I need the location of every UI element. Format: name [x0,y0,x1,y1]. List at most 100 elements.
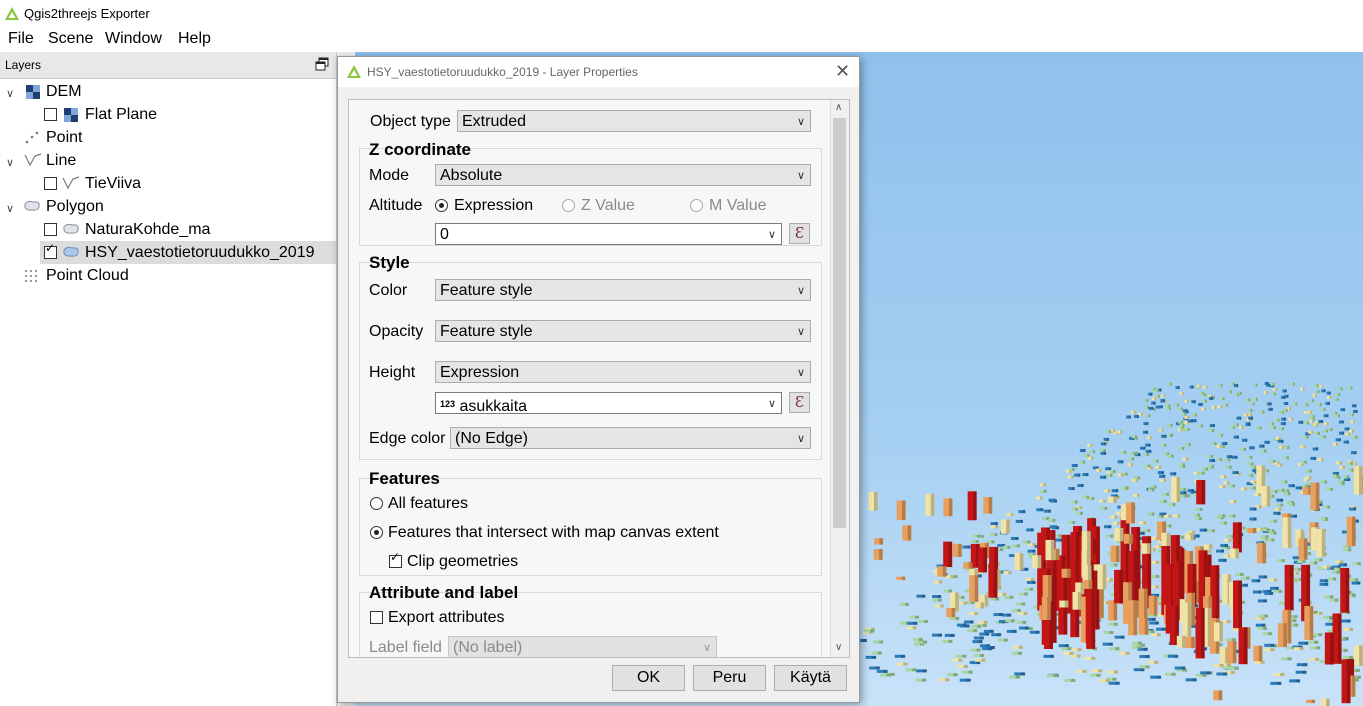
extruded-block-shade [921,678,927,682]
layer-dem[interactable]: DEM [46,81,82,103]
extruded-block-shade [1030,528,1034,532]
export-attributes-label[interactable]: Export attributes [388,609,505,627]
chevron-down-icon[interactable]: ∨ [6,156,14,169]
extruded-block-shade [1017,608,1022,612]
edge-color-combo[interactable]: (No Edge) ∨ [450,427,811,449]
export-attributes-checkbox[interactable] [370,611,383,624]
layer-naturakohde[interactable]: NaturaKohde_ma [85,219,210,241]
menu-scene[interactable]: Scene [48,30,93,48]
height-combo[interactable]: Expression ∨ [435,361,811,383]
height-field-input[interactable]: 123 asukkaita ∨ [435,392,782,415]
expression-builder-icon[interactable]: Ɛ [789,392,810,413]
chevron-down-icon[interactable]: ∨ [6,87,14,100]
extruded-block-shade [1319,403,1322,407]
altitude-z-value-label[interactable]: Z Value [581,197,635,215]
properties-scroll-area[interactable]: Object type Extruded ∨ Z coordinate Mode … [348,99,850,658]
extruded-block-shade [1235,548,1240,559]
extruded-block-shade [1077,591,1082,610]
extruded-block-shade [1133,410,1136,414]
extruded-block-shade [1115,647,1120,651]
extruded-block-shade [1205,385,1208,389]
color-combo[interactable]: Feature style ∨ [435,279,811,301]
extruded-block-shade [1292,484,1295,488]
extruded-block-shade [1281,427,1284,431]
altitude-m-value-radio[interactable] [690,199,703,212]
extruded-block-shade [1133,452,1136,456]
clip-geometries-label[interactable]: Clip geometries [407,553,518,571]
menu-help[interactable]: Help [178,30,211,48]
extruded-block-shade [1069,651,1074,655]
flat-plane-checkbox[interactable] [44,108,57,121]
intersect-features-label[interactable]: Features that intersect with map canvas … [388,524,719,542]
layer-line[interactable]: Line [46,150,76,172]
extruded-block-shade [1012,629,1017,633]
cancel-button[interactable]: Peru [693,665,766,691]
intersect-features-radio[interactable] [370,526,383,539]
layer-polygon[interactable]: Polygon [46,196,104,218]
extruded-block-shade [1271,538,1275,542]
chevron-down-icon: ∨ [767,229,776,241]
menu-window[interactable]: Window [105,30,162,48]
mode-combo[interactable]: Absolute ∨ [435,164,811,186]
menu-file[interactable]: File [8,30,34,48]
extruded-block-shade [950,633,955,637]
extruded-block-shade [1268,383,1271,387]
extruded-block-shade [1330,632,1334,665]
extruded-block-shade [1150,466,1153,470]
chevron-down-icon[interactable]: ∨ [6,202,14,215]
all-features-label[interactable]: All features [388,495,468,513]
extruded-block-shade [1201,480,1206,505]
polygon-layer-icon [63,246,79,257]
ok-button[interactable]: OK [612,665,685,691]
extruded-block-shade [1219,458,1223,462]
extruded-block-shade [1091,456,1094,460]
extruded-block-shade [1252,446,1255,450]
altitude-expression-label[interactable]: Expression [454,197,533,215]
extruded-block-shade [973,629,978,633]
extruded-block-shade [1180,535,1184,539]
scrollbar-thumb[interactable] [833,118,846,528]
layer-point[interactable]: Point [46,127,82,149]
vertical-scrollbar[interactable]: ∧ ∨ [830,100,849,657]
extruded-block-shade [1349,627,1353,632]
extruded-block-shade [1168,514,1172,518]
object-type-combo[interactable]: Extruded ∨ [457,110,811,132]
close-icon[interactable]: ✕ [835,61,850,82]
extruded-block-shade [1164,443,1167,447]
layer-hsy[interactable]: HSY_vaestotietoruudukko_2019 [85,242,315,264]
extruded-block-shade [1226,481,1230,485]
apply-button[interactable]: Käytä [774,665,847,691]
extruded-block-shade [1342,465,1346,469]
extruded-block-shade [1245,438,1248,442]
altitude-expression-input[interactable]: 0 ∨ [435,223,782,245]
layer-point-cloud[interactable]: Point Cloud [46,265,129,287]
opacity-combo[interactable]: Feature style ∨ [435,320,811,342]
height-label: Height [369,364,416,381]
all-features-radio[interactable] [370,497,383,510]
tieviiva-checkbox[interactable] [44,177,57,190]
extruded-block-shade [1163,399,1165,403]
float-panel-icon[interactable] [315,57,329,71]
altitude-m-value-label[interactable]: M Value [709,197,767,215]
altitude-expression-radio[interactable] [435,199,448,212]
extruded-block-shade [1070,678,1076,682]
scroll-down-icon[interactable]: ∨ [835,642,842,653]
hsy-layer-checkbox[interactable] [44,241,57,259]
scroll-up-icon[interactable]: ∧ [835,102,842,113]
naturakohde-checkbox[interactable] [44,223,57,236]
clip-geometries-checkbox[interactable] [389,550,402,568]
extruded-block-shade [1312,399,1314,403]
menu-bar: File Scene Window Help [0,28,1363,52]
extruded-block-shade [1190,534,1195,541]
altitude-z-value-radio[interactable] [562,199,575,212]
extruded-block-shade [1270,407,1273,411]
label-field-combo[interactable]: (No label) ∨ [448,636,717,657]
extruded-block-shade [1286,489,1290,493]
layer-tieviiva[interactable]: TieViiva [85,173,141,195]
expression-builder-icon[interactable]: Ɛ [789,223,810,244]
extruded-block-shade [1220,549,1224,553]
layer-flat-plane[interactable]: Flat Plane [85,104,157,126]
extruded-block-shade [1153,401,1156,405]
extruded-block-shade [875,666,880,670]
extruded-block-shade [1259,426,1262,430]
